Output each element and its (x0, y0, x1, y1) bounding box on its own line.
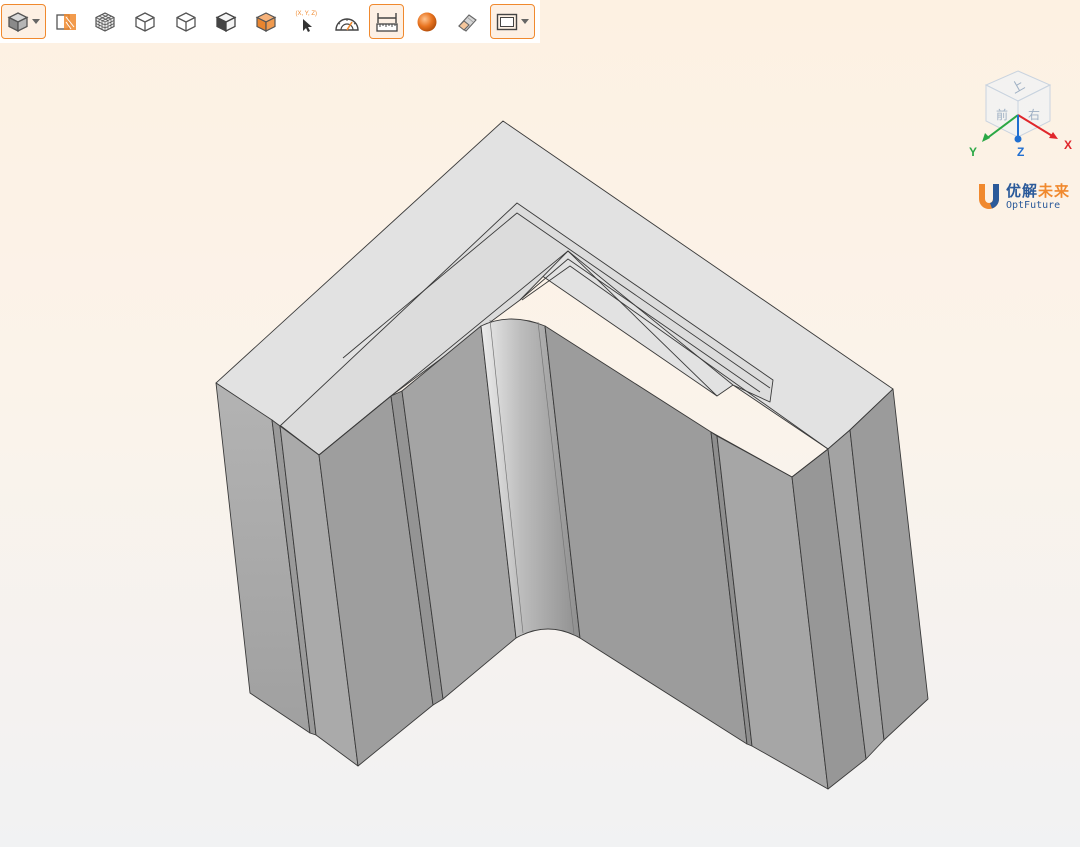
view-toolbar: (X, Y, Z) (0, 0, 540, 43)
hidden-line-view-button[interactable] (168, 4, 203, 39)
z-axis-label: Z (1017, 145, 1024, 159)
wireframe-cube-icon (135, 11, 155, 32)
x-axis-label: X (1064, 138, 1072, 152)
ruler-icon (376, 12, 398, 32)
shaded-view-button[interactable] (248, 4, 283, 39)
mesh-cube-icon (95, 11, 115, 32)
material-sphere-button[interactable] (409, 4, 444, 39)
logo-english-name: OptFuture (1006, 199, 1061, 211)
brand-logo: 优解未来 OptFuture (976, 182, 1070, 212)
shaded-edges-cube-icon (215, 11, 237, 32)
y-axis-label: Y (969, 145, 977, 159)
hidden-line-cube-icon (175, 11, 196, 32)
chevron-down-icon (520, 19, 529, 24)
frame-icon (496, 13, 518, 30)
logo-cn-part2: 未来 (1038, 182, 1071, 200)
logo-chinese-name: 优解未来 (1006, 184, 1070, 199)
view-cube[interactable]: 上 前 右 X Y Z (966, 65, 1076, 161)
orange-cube-icon (255, 11, 277, 32)
sphere-icon (417, 12, 437, 31)
shaded-cube-icon (7, 11, 29, 32)
pick-coordinate-button[interactable]: (X, Y, Z) (289, 4, 324, 39)
frame-dropdown[interactable] (489, 4, 535, 39)
3d-viewport[interactable]: 上 前 右 X Y Z 优解未来 OptFuture (0, 43, 1080, 847)
eraser-icon (458, 13, 478, 32)
clip-tool-button[interactable] (450, 4, 485, 39)
wireframe-view-button[interactable] (128, 4, 163, 39)
coordinate-label: (X, Y, Z) (295, 11, 317, 17)
section-plane-icon (56, 13, 76, 30)
measure-angle-button[interactable] (329, 4, 364, 39)
protractor-icon (334, 17, 359, 31)
3d-model[interactable] (0, 43, 1080, 847)
logo-cn-part1: 优解 (1006, 182, 1039, 200)
measure-distance-button[interactable] (369, 4, 405, 39)
logo-u-icon (979, 184, 999, 209)
mesh-view-button[interactable] (87, 4, 122, 39)
chevron-down-icon (32, 19, 41, 24)
view-cube-right-label: 右 (1028, 107, 1040, 122)
section-view-button[interactable] (51, 4, 82, 39)
shaded-edges-view-button[interactable] (208, 4, 243, 39)
view-mode-dropdown[interactable] (1, 4, 47, 39)
view-cube-front-label: 前 (996, 107, 1008, 122)
